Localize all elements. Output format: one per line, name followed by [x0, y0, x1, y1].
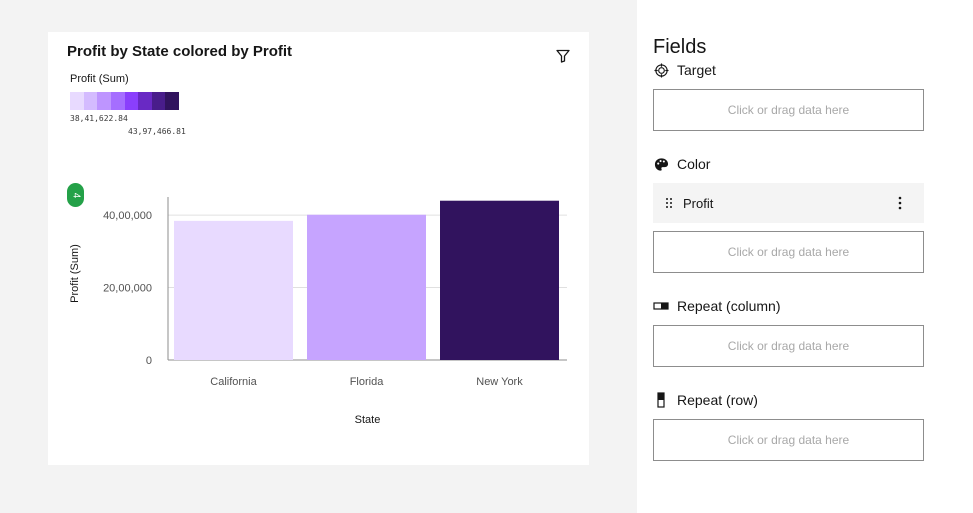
- canvas-area: Profit by State colored by Profit Profit…: [0, 0, 637, 513]
- overflow-menu-icon[interactable]: [890, 193, 910, 213]
- section-label-target: Target: [677, 62, 716, 78]
- legend-swatch: [97, 92, 111, 110]
- section-repeat-row: Repeat (row): [653, 392, 758, 408]
- section-label-color: Color: [677, 156, 711, 172]
- bar[interactable]: [307, 214, 426, 360]
- x-tick-label: Florida: [350, 376, 385, 388]
- section-target: Target: [653, 62, 716, 78]
- legend-swatch: [83, 92, 98, 110]
- field-pill-label: Profit: [683, 195, 714, 211]
- legend-swatch: [110, 92, 125, 110]
- fields-title: Fields: [653, 36, 707, 58]
- bar[interactable]: [174, 220, 293, 360]
- section-label-repeat-column: Repeat (column): [677, 298, 781, 314]
- x-axis-title: State: [355, 414, 381, 426]
- legend-swatch: [70, 92, 84, 110]
- legend-swatch: [151, 92, 166, 110]
- legend-max-label: 43,97,466.81: [128, 127, 186, 136]
- palette-icon: [653, 156, 669, 172]
- drag-handle-icon[interactable]: [665, 197, 673, 209]
- x-tick-label: New York: [476, 376, 523, 388]
- filter-icon[interactable]: [555, 48, 571, 64]
- chart-card: Profit by State colored by Profit Profit…: [48, 32, 589, 465]
- y-tick-label: 0: [146, 355, 152, 367]
- fields-panel: Fields Target Click or drag data here Co…: [637, 0, 973, 513]
- y-tick-label: 40,00,000: [103, 210, 152, 222]
- bar[interactable]: [440, 200, 559, 360]
- target-icon: [653, 62, 669, 78]
- section-repeat-column: Repeat (column): [653, 298, 781, 314]
- repeat-column-drop-zone[interactable]: Click or drag data here: [653, 325, 924, 367]
- legend-swatch: [124, 92, 139, 110]
- color-scale-legend: [70, 92, 179, 110]
- target-drop-zone[interactable]: Click or drag data here: [653, 89, 924, 131]
- color-field-profit[interactable]: Profit: [653, 183, 924, 223]
- bar-chart: 0 20,00,000 40,00,000 California Florida New …: [69, 197, 567, 426]
- repeat-column-icon: [653, 298, 669, 314]
- legend-title: Profit (Sum): [70, 73, 129, 85]
- section-label-repeat-row: Repeat (row): [677, 392, 758, 408]
- section-color: Color: [653, 156, 710, 172]
- repeat-row-icon: [653, 392, 669, 408]
- legend-swatch: [165, 92, 179, 110]
- x-tick-label: California: [210, 376, 257, 388]
- legend-min-label: 38,41,622.84: [70, 114, 128, 123]
- y-tick-label: 20,00,000: [103, 283, 152, 295]
- color-drop-zone[interactable]: Click or drag data here: [653, 231, 924, 273]
- legend-swatch: [138, 92, 152, 110]
- y-axis-title: Profit (Sum): [69, 244, 81, 303]
- chart-title: Profit by State colored by Profit: [67, 43, 293, 60]
- repeat-row-drop-zone[interactable]: Click or drag data here: [653, 419, 924, 461]
